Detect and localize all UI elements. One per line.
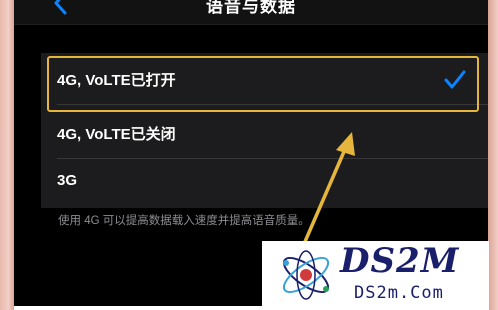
watermark-domain: DS2m.Com	[354, 283, 444, 303]
watermark: DS2M DS2m.Com	[262, 241, 489, 310]
watermark-brand: DS2M	[340, 241, 460, 281]
atom-logo-icon	[282, 250, 330, 300]
